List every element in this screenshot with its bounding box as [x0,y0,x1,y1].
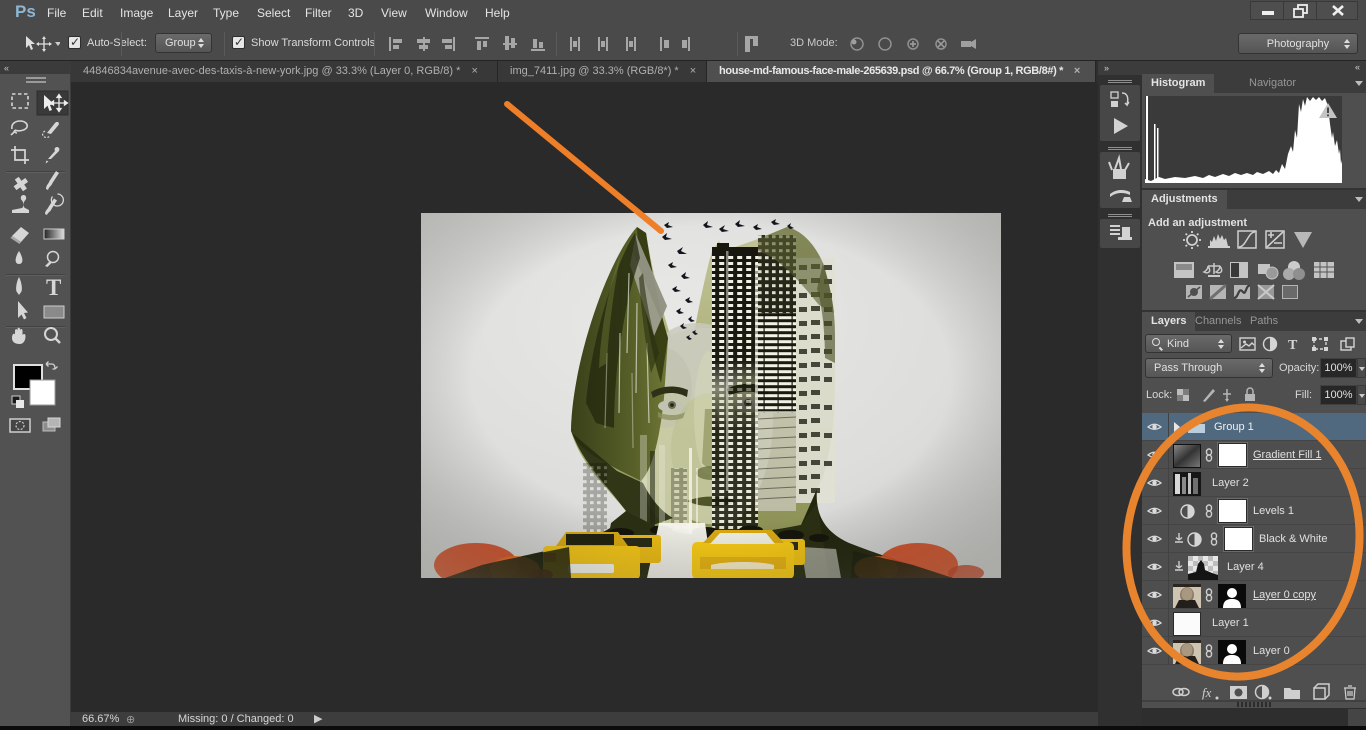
svg-text:«: « [4,63,9,73]
svg-text:T: T [1288,338,1298,353]
svg-text:»: » [1104,63,1109,73]
svg-text:fx: fx [1202,685,1212,700]
svg-text:T: T [46,275,61,300]
